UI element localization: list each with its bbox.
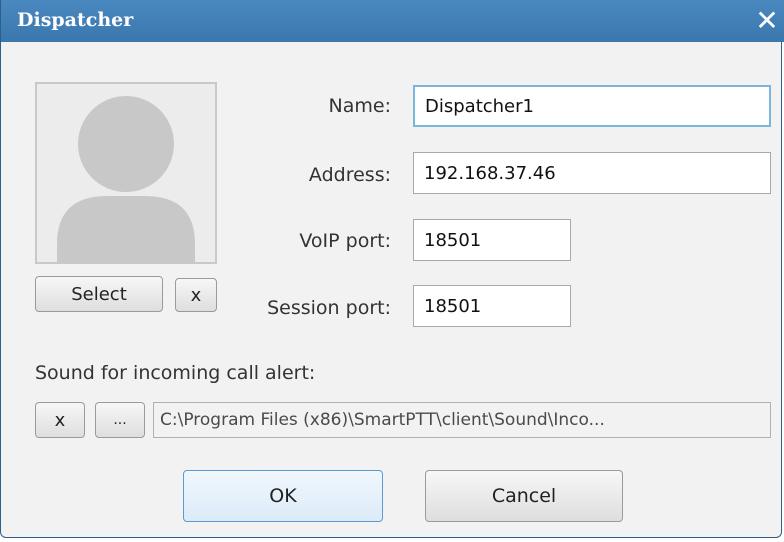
session-port-label: Session port:: [267, 297, 391, 319]
sound-path-field: C:\Program Files (x86)\SmartPTT\client\S…: [153, 402, 771, 438]
title-bar: Dispatcher ✕: [1, 0, 784, 42]
clear-sound-button[interactable]: x: [35, 402, 85, 438]
name-label: Name:: [328, 95, 391, 117]
close-button[interactable]: ✕: [749, 4, 784, 38]
voip-port-input[interactable]: 18501: [413, 219, 571, 261]
name-input[interactable]: Dispatcher1: [413, 85, 771, 127]
session-port-input[interactable]: 18501: [413, 285, 571, 327]
dispatcher-dialog: Dispatcher ✕ Select x Name: Dispatcher1 …: [0, 0, 784, 538]
person-placeholder-icon: [57, 96, 195, 262]
sound-alert-label: Sound for incoming call alert:: [35, 362, 316, 384]
address-label: Address:: [308, 164, 391, 186]
select-avatar-button[interactable]: Select: [35, 276, 163, 312]
avatar-image: [35, 82, 217, 264]
close-icon: ✕: [755, 4, 779, 37]
ok-button[interactable]: OK: [183, 470, 383, 522]
dialog-title: Dispatcher: [17, 9, 134, 31]
cancel-button[interactable]: Cancel: [425, 470, 623, 522]
address-input[interactable]: 192.168.37.46: [413, 152, 771, 194]
browse-sound-button[interactable]: ...: [95, 402, 145, 438]
clear-avatar-button[interactable]: x: [175, 278, 217, 312]
voip-port-label: VoIP port:: [299, 230, 391, 252]
